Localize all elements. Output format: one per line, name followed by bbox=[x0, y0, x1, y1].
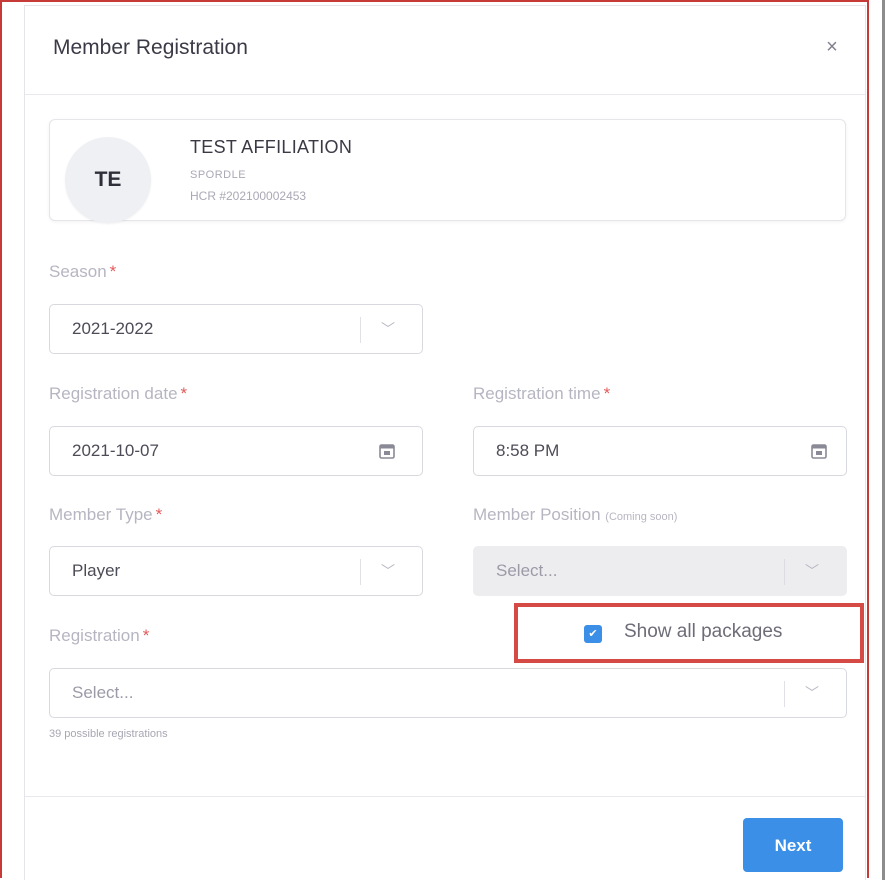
calendar-icon[interactable] bbox=[810, 442, 828, 460]
registration-label: Registration * bbox=[49, 626, 150, 645]
required-marker: * bbox=[142, 626, 150, 645]
select-separator bbox=[360, 559, 361, 585]
season-label: Season * bbox=[49, 262, 117, 281]
required-marker: * bbox=[155, 505, 163, 524]
required-marker: * bbox=[180, 384, 188, 403]
select-separator bbox=[784, 681, 785, 707]
registration-count-help: 39 possible registrations bbox=[49, 728, 168, 740]
registration-select[interactable]: Select... ﹀ bbox=[49, 668, 847, 718]
chevron-down-icon[interactable]: ﹀ bbox=[376, 315, 400, 343]
member-position-label: Member Position (Coming soon) bbox=[473, 505, 678, 524]
required-marker: * bbox=[109, 262, 117, 281]
select-separator bbox=[360, 317, 361, 343]
avatar: TE bbox=[65, 137, 151, 223]
checkmark-icon: ✔ bbox=[588, 628, 598, 640]
modal-header: Member Registration × bbox=[25, 6, 865, 95]
member-card: TE TEST AFFILIATION SPORDLE HCR #2021000… bbox=[49, 119, 846, 223]
member-type-value: Player bbox=[72, 561, 121, 580]
registration-time-label: Registration time * bbox=[473, 384, 611, 403]
member-position-select: Select... ﹀ bbox=[473, 546, 847, 596]
select-separator bbox=[784, 559, 785, 585]
show-all-packages-highlight: ✔ Show all packages bbox=[514, 603, 864, 663]
required-marker: * bbox=[603, 384, 611, 403]
season-select[interactable]: 2021-2022 ﹀ bbox=[49, 304, 423, 354]
member-name: TEST AFFILIATION bbox=[190, 137, 353, 157]
window-edge bbox=[882, 0, 885, 880]
chevron-down-icon[interactable]: ﹀ bbox=[376, 557, 400, 585]
member-type-select[interactable]: Player ﹀ bbox=[49, 546, 423, 596]
calendar-icon[interactable] bbox=[378, 442, 396, 460]
registration-placeholder: Select... bbox=[72, 683, 134, 702]
coming-soon-note: (Coming soon) bbox=[605, 511, 678, 523]
member-type-label: Member Type * bbox=[49, 505, 163, 524]
member-organization: SPORDLE bbox=[190, 169, 247, 181]
member-hcr-number: HCR #202100002453 bbox=[190, 189, 307, 203]
close-icon[interactable]: × bbox=[821, 36, 843, 58]
registration-time-input[interactable]: 8:58 PM bbox=[473, 426, 847, 476]
registration-time-value: 8:58 PM bbox=[496, 441, 560, 460]
registration-date-value: 2021-10-07 bbox=[72, 441, 159, 460]
registration-date-label: Registration date * bbox=[49, 384, 188, 403]
show-all-packages-checkbox[interactable]: ✔ bbox=[584, 625, 602, 643]
show-all-packages-label[interactable]: Show all packages bbox=[624, 621, 782, 643]
registration-date-input[interactable]: 2021-10-07 bbox=[49, 426, 423, 476]
next-button[interactable]: Next bbox=[743, 818, 843, 872]
modal-footer-divider bbox=[25, 796, 865, 797]
member-position-placeholder: Select... bbox=[496, 561, 558, 580]
modal-title: Member Registration bbox=[53, 36, 248, 59]
season-value: 2021-2022 bbox=[72, 319, 154, 338]
chevron-down-icon[interactable]: ﹀ bbox=[800, 679, 824, 707]
member-registration-modal: Member Registration × TE TEST AFFILIATIO… bbox=[24, 5, 866, 880]
chevron-down-icon: ﹀ bbox=[805, 563, 819, 579]
